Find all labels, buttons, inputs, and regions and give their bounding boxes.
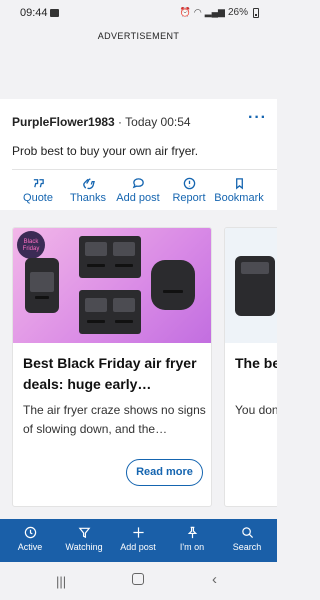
post-actions: Quote Thanks Add post Report Bookmark	[0, 177, 277, 207]
pin-icon	[187, 526, 197, 539]
post-header: PurpleFlower1983 · Today 00:54	[12, 115, 191, 129]
nav-watching-label: Watching	[65, 542, 103, 552]
advertisement-label: ADVERTISEMENT	[97, 31, 180, 41]
back-icon[interactable]: ‹	[212, 571, 217, 588]
add-post-button[interactable]: Add post	[114, 177, 162, 204]
thanks-button[interactable]: Thanks	[64, 177, 112, 204]
article-image	[225, 228, 277, 343]
nav-watching[interactable]: Watching	[60, 526, 108, 552]
post: PurpleFlower1983 · Today 00:54 ··· Prob …	[0, 99, 277, 210]
status-indicators: ⏰ ◠ ▂▄▆ 26%	[180, 7, 259, 18]
quote-icon	[18, 177, 58, 191]
search-icon	[241, 527, 253, 539]
badge-line-2: Friday	[22, 246, 40, 252]
system-nav-bar: ||| ‹	[0, 562, 277, 600]
article-title[interactable]: The be fryers,	[235, 353, 277, 374]
nav-im-on[interactable]: I'm on	[172, 526, 212, 552]
quote-label: Quote	[23, 192, 53, 204]
read-more-button[interactable]: Read more	[126, 459, 203, 486]
article-card[interactable]: The be fryers, You don to cook	[224, 227, 277, 507]
nav-add-post[interactable]: Add post	[115, 526, 161, 552]
nav-search[interactable]: Search	[226, 526, 268, 552]
alarm-icon: ⏰	[179, 7, 191, 17]
article-title[interactable]: Best Black Friday air fryer deals: huge …	[23, 353, 211, 395]
filter-icon	[78, 527, 90, 539]
post-time: Today 00:54	[125, 115, 191, 129]
air-fryer-image	[235, 256, 275, 316]
clap-icon	[64, 177, 112, 191]
recent-apps-icon[interactable]: |||	[56, 574, 66, 589]
bookmark-button[interactable]: Bookmark	[213, 177, 265, 204]
status-bar: 09:44 ⏰ ◠ ▂▄▆ 26%	[0, 0, 277, 26]
article-card[interactable]: Black Friday Best Black Friday air fryer…	[12, 227, 212, 507]
bottom-nav: Active Watching Add post I'm on Search	[0, 519, 277, 562]
clock-icon	[24, 526, 36, 539]
speech-bubble-icon	[114, 177, 162, 191]
divider	[12, 169, 277, 170]
signal-icon: ▂▄▆	[204, 7, 225, 17]
battery-icon	[253, 7, 259, 18]
air-fryer-image	[25, 258, 59, 313]
more-options-button[interactable]: ···	[248, 109, 267, 127]
nav-search-label: Search	[232, 542, 262, 552]
thanks-label: Thanks	[69, 192, 107, 204]
nav-active[interactable]: Active	[8, 526, 52, 552]
post-separator: ·	[114, 115, 126, 129]
article-carousel[interactable]: Black Friday Best Black Friday air fryer…	[0, 211, 277, 516]
alert-circle-icon	[168, 177, 210, 191]
plus-icon	[132, 527, 144, 538]
post-username[interactable]: PurpleFlower1983	[12, 115, 115, 129]
nav-im-on-label: I'm on	[179, 542, 205, 552]
bookmark-label: Bookmark	[214, 192, 264, 204]
post-body: Prob best to buy your own air fryer.	[12, 144, 199, 158]
battery-percent: 26%	[227, 7, 248, 18]
nav-add-post-label: Add post	[120, 542, 156, 552]
black-friday-badge: Black Friday	[17, 231, 45, 259]
bookmark-icon	[213, 177, 265, 191]
article-description: The air fryer craze shows no signs of sl…	[23, 403, 206, 436]
air-fryer-image	[151, 260, 195, 310]
add-post-label: Add post	[116, 192, 160, 204]
badge-line-1: Black	[23, 239, 39, 245]
report-button[interactable]: Report	[168, 177, 210, 204]
article-description: You don to cook	[235, 403, 277, 417]
home-icon[interactable]	[132, 573, 144, 585]
status-time: 09:44	[20, 7, 48, 19]
article-image: Black Friday	[13, 228, 211, 343]
gallery-icon	[50, 9, 59, 17]
report-label: Report	[172, 192, 206, 204]
wifi-icon: ◠	[193, 7, 202, 17]
nav-active-label: Active	[17, 542, 43, 552]
air-fryer-image	[79, 236, 141, 278]
air-fryer-image	[79, 290, 141, 334]
quote-button[interactable]: Quote	[18, 177, 58, 204]
